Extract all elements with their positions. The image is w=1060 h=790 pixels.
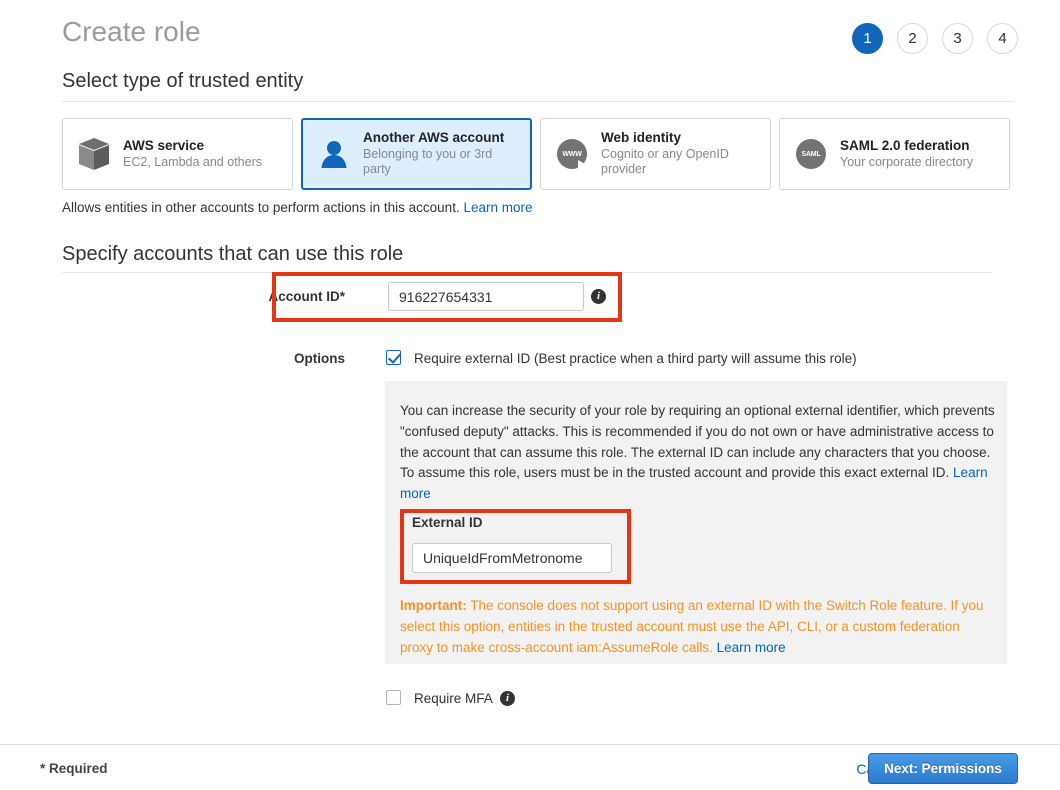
require-mfa-info-icon[interactable]: i: [500, 691, 515, 706]
external-id-description-text: You can increase the security of your ro…: [400, 403, 995, 480]
external-id-label: External ID: [412, 515, 483, 530]
account-id-info-icon[interactable]: i: [591, 289, 606, 304]
step-2[interactable]: 2: [897, 23, 928, 54]
entity-card-text: SAML 2.0 federation Your corporate direc…: [840, 138, 973, 171]
divider-trusted-entity: [62, 101, 1014, 102]
create-role-page: Create role 1 2 3 4 Select type of trust…: [0, 0, 1060, 790]
external-id-input[interactable]: [412, 543, 612, 573]
entity-card-title: Web identity: [601, 130, 756, 147]
entity-card-another-aws-account[interactable]: Another AWS account Belonging to you or …: [301, 118, 532, 190]
require-external-id-label: Require external ID (Best practice when …: [414, 351, 857, 366]
helper-learn-more-link[interactable]: Learn more: [463, 200, 532, 215]
entity-card-subtitle: Cognito or any OpenID provider: [601, 147, 756, 178]
account-id-input[interactable]: [388, 282, 584, 311]
entity-card-subtitle: Your corporate directory: [840, 155, 973, 171]
external-id-description: You can increase the security of your ro…: [400, 401, 995, 505]
step-indicator: 1 2 3 4: [852, 23, 1018, 54]
footer-divider: [0, 744, 1060, 745]
important-prefix: Important:: [400, 598, 467, 613]
user-icon: [313, 138, 355, 170]
trusted-entity-helper-text: Allows entities in other accounts to per…: [62, 200, 533, 215]
entity-card-text: Another AWS account Belonging to you or …: [363, 130, 518, 178]
saml-icon: SAML: [790, 139, 832, 169]
step-1[interactable]: 1: [852, 23, 883, 54]
next-permissions-button[interactable]: Next: Permissions: [868, 753, 1018, 784]
trusted-entity-heading: Select type of trusted entity: [62, 70, 303, 93]
entity-card-aws-service[interactable]: AWS service EC2, Lambda and others: [62, 118, 293, 190]
entity-card-title: SAML 2.0 federation: [840, 138, 973, 155]
required-note: * Required: [40, 761, 108, 776]
entity-card-web-identity[interactable]: WWW Web identity Cognito or any OpenID p…: [540, 118, 771, 190]
helper-text: Allows entities in other accounts to per…: [62, 200, 460, 215]
divider-specify-accounts: [62, 272, 992, 273]
page-title: Create role: [62, 16, 201, 48]
www-icon: WWW: [551, 139, 593, 169]
step-3[interactable]: 3: [942, 23, 973, 54]
entity-card-saml-federation[interactable]: SAML SAML 2.0 federation Your corporate …: [779, 118, 1010, 190]
entity-card-text: Web identity Cognito or any OpenID provi…: [601, 130, 756, 178]
cube-icon: [73, 137, 115, 171]
entity-card-subtitle: Belonging to you or 3rd party: [363, 147, 518, 178]
trusted-entity-card-list: AWS service EC2, Lambda and others Anoth…: [62, 118, 1014, 190]
require-mfa-checkbox[interactable]: [386, 690, 401, 705]
important-learn-more-link[interactable]: Learn more: [717, 640, 786, 655]
external-id-important-notice: Important: The console does not support …: [400, 596, 992, 658]
options-label: Options: [200, 351, 345, 366]
require-mfa-label: Require MFA: [414, 691, 493, 706]
step-4[interactable]: 4: [987, 23, 1018, 54]
require-external-id-checkbox[interactable]: [386, 350, 401, 365]
entity-card-title: Another AWS account: [363, 130, 518, 147]
specify-accounts-heading: Specify accounts that can use this role: [62, 243, 403, 266]
important-text: The console does not support using an ex…: [400, 598, 984, 655]
entity-card-title: AWS service: [123, 138, 262, 155]
entity-card-subtitle: EC2, Lambda and others: [123, 155, 262, 171]
account-id-label: Account ID*: [200, 289, 345, 304]
entity-card-text: AWS service EC2, Lambda and others: [123, 138, 262, 171]
